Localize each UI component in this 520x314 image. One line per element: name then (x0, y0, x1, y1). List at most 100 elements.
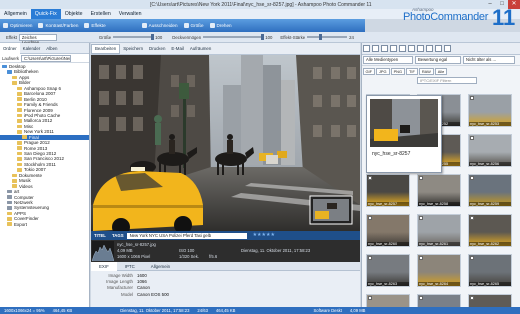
thumbnail-checkbox[interactable] (419, 256, 423, 260)
thumbnail-checkbox[interactable] (368, 176, 372, 180)
logo-version: 11 (492, 5, 516, 30)
viewer-tool-3[interactable]: E-Mail (168, 43, 186, 55)
thumbnail-checkbox[interactable] (470, 296, 474, 300)
slideshow-icon[interactable] (444, 45, 451, 52)
thumbnail-checkbox[interactable] (368, 296, 372, 300)
folder-tab-0[interactable]: Ordner (0, 42, 20, 54)
iptc-search-field[interactable]: IPTC/EXIF Filtern (417, 77, 477, 84)
viewer-tool-4[interactable]: Aufräumen (187, 43, 214, 55)
thumbnail-checkbox[interactable] (470, 176, 474, 180)
copy-icon[interactable] (408, 45, 415, 52)
thumbnail-checkbox[interactable] (470, 216, 474, 220)
exif-value: Canon EOS 500 (137, 291, 169, 297)
delete-icon[interactable] (426, 45, 433, 52)
viewer-tool-2[interactable]: Drucken (146, 43, 168, 55)
info-tab-1[interactable]: IPTC (117, 262, 143, 271)
format-chip-0[interactable]: GIF (362, 67, 375, 75)
format-chip-4[interactable]: RAW (418, 67, 434, 75)
title-label[interactable]: TITEL (91, 231, 109, 240)
tree-item[interactable]: Export (0, 222, 89, 227)
view-mode-icon[interactable] (381, 45, 388, 52)
viewer-tool-0[interactable]: Bearbeiten (91, 44, 121, 54)
thumbnail[interactable]: nyc_hse_sr-8261 (417, 214, 461, 247)
toolbar-button-0[interactable]: Optimieren (0, 19, 35, 32)
format-chip-1[interactable]: JPG (375, 67, 390, 75)
toolbar-icon-4 (183, 23, 189, 28)
thumbnail-checkbox[interactable] (419, 296, 423, 300)
up-folder-icon[interactable] (363, 45, 370, 52)
tree-item-label: Systemsteuerung (14, 205, 50, 211)
size-slider[interactable] (113, 34, 155, 40)
thumbnail[interactable]: nyc_hse_sr-8253 (468, 94, 512, 127)
select-all-icon[interactable] (399, 45, 406, 52)
thumbnail-checkbox[interactable] (470, 136, 474, 140)
thumbnail[interactable]: nyc_hse_sr-8260 (366, 214, 410, 247)
folder-icon (17, 113, 22, 118)
toolbar-button-4[interactable]: Größe (181, 19, 207, 32)
main-toolbar: Optimieren Kontrast/Farben Effekte Ausschne… (0, 19, 365, 32)
effect-select[interactable]: Zeiches Leuchten (18, 33, 57, 45)
refresh-icon[interactable] (372, 45, 379, 52)
image-viewer[interactable] (91, 55, 360, 231)
folder-tab-1[interactable]: Kalender (20, 43, 44, 54)
toolbar-icon-2 (84, 23, 90, 28)
strength-slider[interactable] (307, 34, 348, 40)
thumbnail-checkbox[interactable] (368, 256, 372, 260)
app-logo: Ashampoo PhotoCommander 11 (378, 2, 520, 32)
rating-stars[interactable]: ★★★★★ (253, 231, 275, 240)
thumbnail-checkbox[interactable] (470, 96, 474, 100)
menu-item-0[interactable]: Allgemein (0, 9, 31, 19)
thumbnail[interactable]: nyc_hse_sr-8265 (468, 254, 512, 287)
menu-item-1[interactable]: Quick-Fix (30, 9, 61, 19)
media-type-dropdown[interactable]: Alle Medientypen (363, 56, 413, 64)
folder-icon (17, 119, 22, 123)
format-chip-5[interactable]: Alle (434, 67, 448, 75)
effect-label: Effekt (6, 34, 17, 40)
exif-summary: nyc_hse_sr-8257.jpg 4,09 MB 1600 x 1066 … (91, 240, 360, 262)
thumbnail[interactable]: nyc_hse_sr-8263 (366, 254, 410, 287)
thumbnail-caption: nyc_hse_sr-8259 (469, 202, 511, 206)
thumbnail-checkbox[interactable] (419, 176, 423, 180)
thumbnail[interactable]: nyc_hse_sr-8257 (366, 174, 410, 207)
menu-item-4[interactable]: Verwalten (115, 9, 146, 19)
format-chip-2[interactable]: PNG (390, 67, 405, 75)
tree-item-label: Berlin 2010 (24, 96, 47, 102)
thumbnail-checkbox[interactable] (470, 256, 474, 260)
viewer-tool-1[interactable]: Speichern (120, 43, 146, 55)
title-tags-bar: TITEL TAGS New York NYC USA Polizei Pfer… (91, 231, 360, 240)
path-field[interactable]: C:\Users\art\Pictures\NewYork (21, 54, 71, 62)
thumbnail[interactable]: nyc_hse_sr-8259 (468, 174, 512, 207)
thumbnail[interactable]: nyc_hse_sr-8264 (417, 254, 461, 287)
move-icon[interactable] (417, 45, 424, 52)
thumbnail[interactable]: nyc_hse_sr-8258 (417, 174, 461, 207)
menu-item-2[interactable]: Objekte (61, 9, 87, 19)
tooltip-filename: nyc_hse_sr-8257 (372, 151, 411, 157)
path-bar: Laufwerk C:\Users\art\Pictures\NewYork (0, 54, 89, 63)
tags-label[interactable]: TAGS (109, 231, 127, 240)
toolbar-button-5[interactable]: Drehen (207, 19, 235, 32)
folder-tab-2[interactable]: Alben (43, 43, 60, 54)
thumbnail-checkbox[interactable] (368, 216, 372, 220)
thumbnail[interactable]: nyc_hse_sr-8256 (468, 134, 512, 167)
menu-item-3[interactable]: Erstellen (87, 9, 115, 19)
thumbnail-checkbox[interactable] (419, 216, 423, 220)
date-dropdown[interactable]: Nicht älter als ... (463, 56, 515, 64)
thumbnail[interactable]: nyc_hse_sr-8262 (468, 214, 512, 247)
thumbnail-caption: nyc_hse_sr-8257 (367, 202, 409, 206)
opacity-slider[interactable] (203, 34, 265, 40)
tags-field[interactable]: New York NYC USA Polizei Pferd Taxi gelb (126, 232, 247, 239)
toolbar-button-3[interactable]: Ausschneiden (139, 19, 181, 32)
info-tab-0[interactable]: EXIF (91, 261, 117, 271)
toolbar-button-1[interactable]: Kontrast/Farben (35, 19, 81, 32)
status-item-6: 4,09 MB (349, 308, 366, 313)
toolbar-button-2[interactable]: Effekte (81, 19, 108, 32)
info-tab-2[interactable]: Allgemein (143, 262, 178, 271)
format-chip-3[interactable]: TIF (406, 67, 418, 75)
sort-icon[interactable] (390, 45, 397, 52)
rating-dropdown[interactable]: Bewertung egal (415, 56, 461, 64)
toolbar-label-5: Drehen (216, 23, 232, 28)
tree-item-label: Family & Friends (24, 102, 58, 108)
tree-item-label: Videos (19, 183, 33, 189)
rename-icon[interactable] (435, 45, 442, 52)
tree-item-label: Florence 2009 (24, 107, 53, 113)
